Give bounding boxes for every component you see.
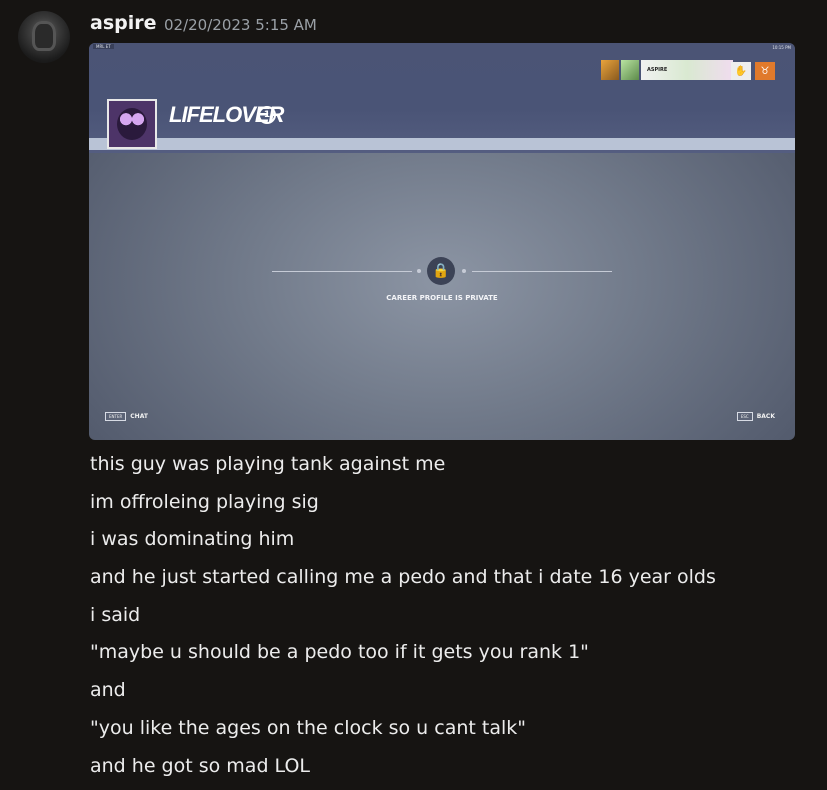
lock-icon: 🔒 [427, 257, 455, 285]
player-icon [107, 99, 157, 149]
message-line: im offroleing playing sig [90, 489, 716, 527]
badge-icon: ♉ [755, 62, 775, 80]
message-list: this guy was playing tank against me im … [90, 451, 716, 790]
back-hint: ESC BACK [737, 412, 775, 421]
chat-hint: ENTER CHAT [105, 412, 148, 421]
user-avatar[interactable] [18, 11, 70, 63]
message-line: "maybe u should be a pedo too if it gets… [90, 639, 716, 677]
message-line: and he got so mad LOL [90, 753, 716, 790]
privacy-indicator: 🔒 [272, 257, 612, 287]
private-profile-message: CAREER PROFILE IS PRIVATE [289, 294, 595, 302]
party-banner: ASPIRE [641, 60, 733, 80]
esc-key: ESC [737, 412, 753, 421]
party-avatar-2 [621, 60, 639, 80]
party-strip: ASPIRE [601, 60, 733, 80]
message-line: i was dominating him [90, 526, 716, 564]
message-line: and [90, 677, 716, 715]
level-badge-icon: 1 [258, 106, 276, 124]
enter-key: ENTER [105, 412, 126, 421]
message-timestamp: 02/20/2023 5:15 AM [164, 16, 317, 34]
divider-left [272, 271, 412, 272]
attached-screenshot[interactable]: MRL ET 10:15 PM LIFELOVER 1 ASPIRE ✋ ♉ 🔒… [89, 43, 795, 440]
back-label: BACK [757, 413, 775, 420]
message-line: "you like the ages on the clock so u can… [90, 715, 716, 753]
clock-indicator: 10:15 PM [772, 45, 791, 50]
message-line: this guy was playing tank against me [90, 451, 716, 489]
message-line: i said [90, 602, 716, 640]
party-avatar-1 [601, 60, 619, 80]
divider-dot-right [462, 269, 466, 273]
divider-dot-left [417, 269, 421, 273]
chat-label: CHAT [130, 413, 148, 420]
username[interactable]: aspire [90, 12, 157, 34]
profile-header-band [89, 138, 795, 150]
message-line: and he just started calling me a pedo an… [90, 564, 716, 602]
divider-right [472, 271, 612, 272]
top-left-indicator: MRL ET [93, 44, 114, 49]
paw-icon: ✋ [731, 62, 751, 80]
